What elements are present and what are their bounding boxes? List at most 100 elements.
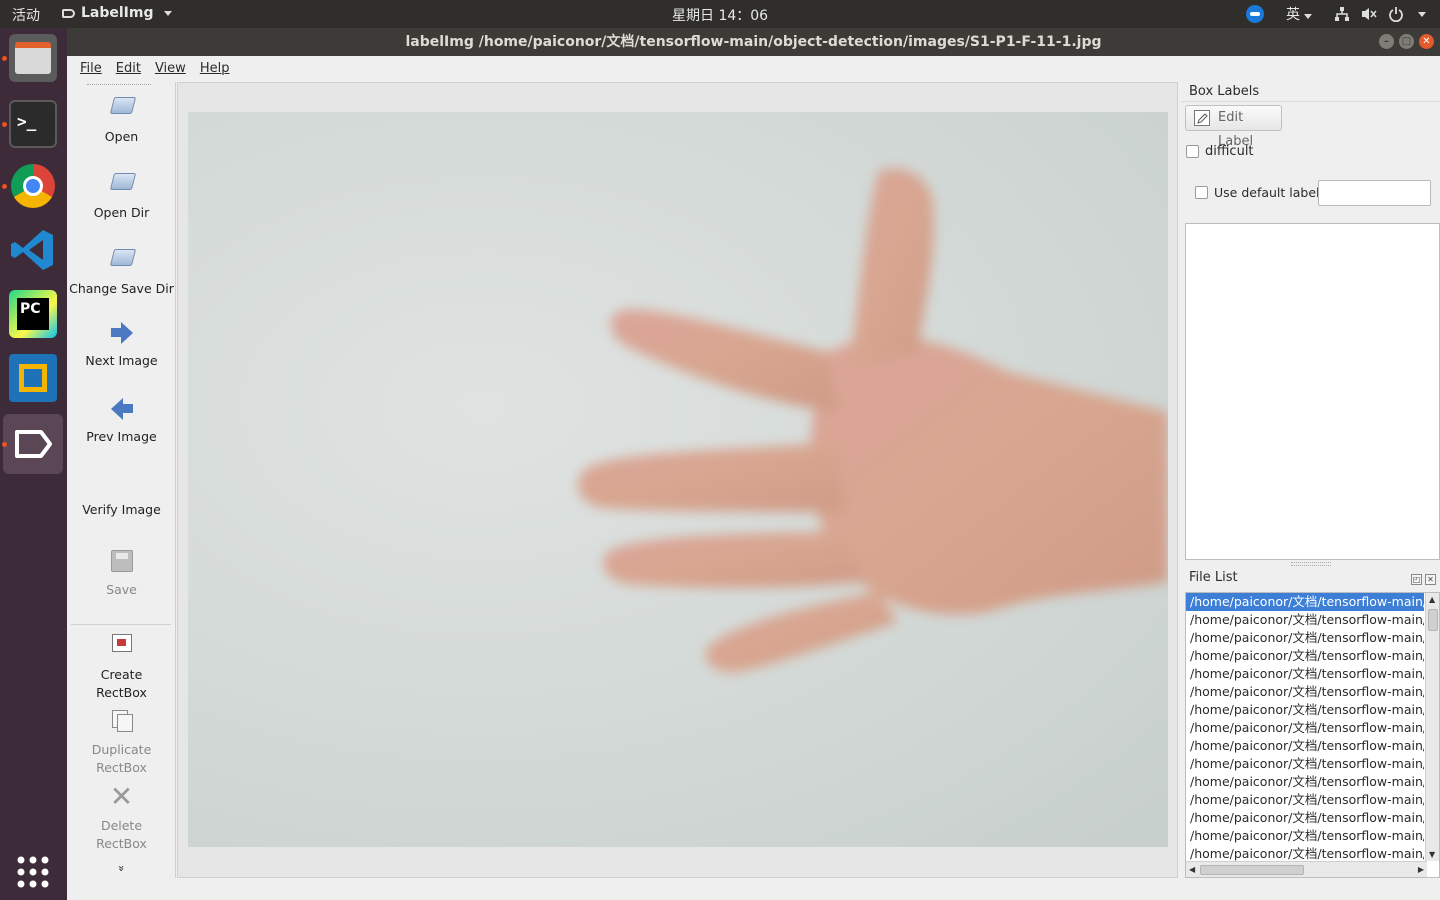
file-list[interactable]: /home/paiconor/文档/tensorflow-main/ob/hom… xyxy=(1185,592,1440,878)
image-canvas[interactable] xyxy=(177,82,1178,878)
terminal-dock-icon[interactable]: >_ xyxy=(9,100,57,148)
save-floppy-icon xyxy=(110,550,134,574)
next-image-button[interactable]: Next Image xyxy=(67,321,176,368)
scroll-up-arrow-icon[interactable]: ▲ xyxy=(1429,595,1435,604)
file-list-item[interactable]: /home/paiconor/文档/tensorflow-main/ob xyxy=(1186,791,1424,809)
box-labels-title: Box Labels xyxy=(1181,82,1440,102)
scroll-right-arrow-icon[interactable]: ▶ xyxy=(1418,865,1424,874)
file-list-item[interactable]: /home/paiconor/文档/tensorflow-main/ob xyxy=(1186,809,1424,827)
menu-help[interactable]: Help xyxy=(193,56,237,82)
file-list-item[interactable]: /home/paiconor/文档/tensorflow-main/ob xyxy=(1186,719,1424,737)
change-save-dir-button[interactable]: Change Save Dir xyxy=(67,246,176,296)
verify-image-label: Verify Image xyxy=(82,502,161,517)
chevron-down-icon xyxy=(1418,11,1426,17)
file-list-title-text: File List xyxy=(1189,570,1238,585)
app-menu-label: LabelImg xyxy=(81,5,154,21)
scroll-down-arrow-icon[interactable]: ▼ xyxy=(1429,850,1435,859)
window-title-bar[interactable]: labelImg /home/paiconor/文档/tensorflow-ma… xyxy=(67,28,1440,56)
activities-button[interactable]: 活动 xyxy=(12,5,40,25)
file-list-item[interactable]: /home/paiconor/文档/tensorflow-main/ob xyxy=(1186,683,1424,701)
virtualbox-dock-icon[interactable] xyxy=(9,354,57,402)
file-list-item[interactable]: /home/paiconor/文档/tensorflow-main/ob xyxy=(1186,593,1424,611)
open-dir-button[interactable]: Open Dir xyxy=(67,170,176,220)
menu-file[interactable]: File xyxy=(73,56,109,82)
file-list-item[interactable]: /home/paiconor/文档/tensorflow-main/ob xyxy=(1186,701,1424,719)
file-list-item[interactable]: /home/paiconor/文档/tensorflow-main/ob xyxy=(1186,755,1424,773)
verify-image-button[interactable]: Verify Image xyxy=(67,502,176,517)
network-icon xyxy=(1335,7,1349,21)
chevron-down-icon xyxy=(1304,14,1312,19)
clock[interactable]: 星期日 14：06 xyxy=(672,5,768,25)
delete-x-icon: ✕ xyxy=(109,780,134,813)
status-bar xyxy=(67,878,1440,900)
toolbar-separator xyxy=(71,624,171,625)
difficult-checkbox[interactable] xyxy=(1186,145,1199,158)
save-label: Save xyxy=(106,582,137,597)
use-default-label-checkbox[interactable] xyxy=(1195,186,1208,199)
file-list-item[interactable]: /home/paiconor/文档/tensorflow-main/ob xyxy=(1186,647,1424,665)
tools-toolbar: Open Open Dir Change Save Dir Next Image… xyxy=(67,82,176,878)
edit-label-button[interactable]: Edit Label xyxy=(1185,105,1282,149)
file-list-item[interactable]: /home/paiconor/文档/tensorflow-main/ob xyxy=(1186,629,1424,647)
file-list-title: File List ◰ ✕ xyxy=(1181,568,1440,588)
chrome-dock-icon[interactable] xyxy=(9,162,57,210)
open-folder-icon xyxy=(109,97,136,121)
change-save-dir-label: Change Save Dir xyxy=(69,281,174,296)
duplicate-icon xyxy=(110,709,134,733)
open-folder-icon xyxy=(109,173,136,197)
input-method-indicator[interactable]: 英 xyxy=(1286,4,1312,24)
menu-view[interactable]: View xyxy=(148,56,193,82)
scroll-left-arrow-icon[interactable]: ◀ xyxy=(1189,865,1195,874)
maximize-button[interactable]: □ xyxy=(1399,34,1414,49)
hand-photo[interactable] xyxy=(188,112,1168,847)
menu-edit[interactable]: Edit xyxy=(109,56,148,82)
close-dock-button[interactable]: ✕ xyxy=(1425,574,1436,585)
duplicate-rectbox-button[interactable]: Duplicate RectBox xyxy=(67,709,176,777)
difficult-label: difficult xyxy=(1205,144,1254,159)
float-dock-button[interactable]: ◰ xyxy=(1411,574,1422,585)
horizontal-scrollbar[interactable]: ◀ ▶ xyxy=(1186,861,1427,877)
file-list-item[interactable]: /home/paiconor/文档/tensorflow-main/ob xyxy=(1186,737,1424,755)
teamviewer-icon[interactable] xyxy=(1246,5,1264,23)
label-tag-icon xyxy=(62,8,75,18)
close-button[interactable]: ✕ xyxy=(1419,34,1434,49)
vertical-scrollbar[interactable]: ▲ ▼ xyxy=(1425,593,1439,861)
save-button[interactable]: Save xyxy=(67,550,176,597)
open-button[interactable]: Open xyxy=(67,94,176,144)
box-labels-title-text: Box Labels xyxy=(1189,84,1260,99)
application-dock: >_ PC xyxy=(0,28,67,900)
files-dock-icon[interactable] xyxy=(9,34,57,82)
window-title: labelImg /home/paiconor/文档/tensorflow-ma… xyxy=(405,34,1102,50)
vscode-dock-icon[interactable] xyxy=(9,226,57,274)
window-controls: – □ ✕ xyxy=(1379,34,1434,49)
prev-image-label: Prev Image xyxy=(86,429,157,444)
app-grid-icon[interactable] xyxy=(9,848,57,896)
labelimg-dock-icon[interactable] xyxy=(3,414,63,474)
prev-image-button[interactable]: Prev Image xyxy=(67,397,176,444)
status-menu[interactable] xyxy=(1334,6,1426,22)
pycharm-dock-icon[interactable]: PC xyxy=(9,290,57,338)
panel-splitter[interactable] xyxy=(1291,562,1331,566)
vertical-scroll-thumb[interactable] xyxy=(1428,609,1438,631)
running-indicator xyxy=(2,56,7,61)
create-rectbox-button[interactable]: Create RectBox xyxy=(67,632,176,702)
label-list[interactable] xyxy=(1185,223,1440,560)
menu-bar: File Edit View Help xyxy=(67,56,1440,82)
default-label-input[interactable] xyxy=(1318,180,1431,206)
file-list-item[interactable]: /home/paiconor/文档/tensorflow-main/ob xyxy=(1186,827,1424,845)
file-list-item[interactable]: /home/paiconor/文档/tensorflow-main/ob xyxy=(1186,665,1424,683)
running-indicator xyxy=(2,442,7,447)
open-label: Open xyxy=(104,129,139,144)
dock-buttons: ◰ ✕ xyxy=(1411,574,1436,585)
file-list-item[interactable]: /home/paiconor/文档/tensorflow-main/ob xyxy=(1186,773,1424,791)
horizontal-scroll-thumb[interactable] xyxy=(1200,865,1304,875)
app-menu[interactable]: LabelImg xyxy=(62,5,172,21)
minimize-button[interactable]: – xyxy=(1379,34,1394,49)
labelimg-window: File Edit View Help Open Open Dir Change… xyxy=(67,56,1440,900)
power-icon xyxy=(1389,7,1403,22)
duplicate-rectbox-label-2: RectBox xyxy=(96,760,147,775)
system-tray: 英 xyxy=(1246,4,1426,24)
more-tools-icon: » xyxy=(115,865,128,872)
arrow-left-icon xyxy=(110,397,134,421)
file-list-item[interactable]: /home/paiconor/文档/tensorflow-main/ob xyxy=(1186,611,1424,629)
